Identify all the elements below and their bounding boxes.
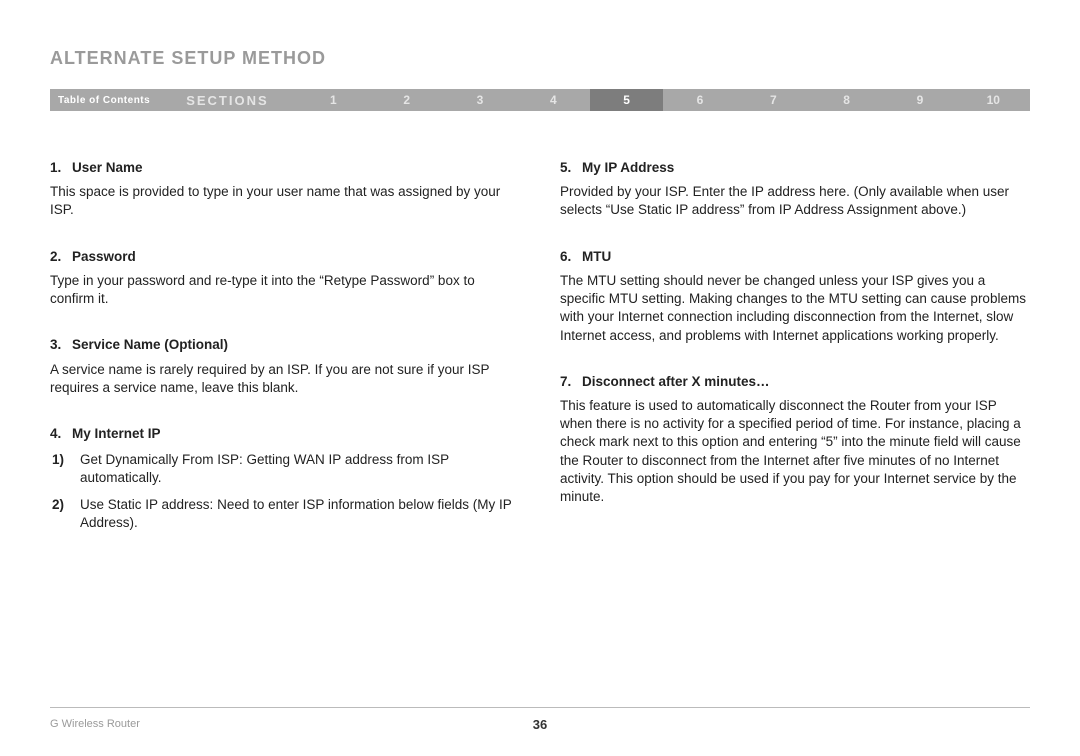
item-heading: 1.User Name: [50, 159, 520, 177]
sub-text: Get Dynamically From ISP: Getting WAN IP…: [80, 451, 520, 487]
page-title: ALTERNATE SETUP METHOD: [50, 48, 1030, 69]
section-link-10[interactable]: 10: [957, 93, 1030, 107]
section-link-2[interactable]: 2: [370, 93, 443, 107]
product-name: G Wireless Router: [50, 718, 140, 730]
item-number: 3.: [50, 336, 72, 354]
section-link-7[interactable]: 7: [737, 93, 810, 107]
item-number: 4.: [50, 425, 72, 443]
item-heading: 3.Service Name (Optional): [50, 336, 520, 354]
item-my-internet-ip: 4.My Internet IP 1) Get Dynamically From…: [50, 425, 520, 532]
item-title: Disconnect after X minutes…: [582, 374, 770, 389]
section-link-9[interactable]: 9: [883, 93, 956, 107]
sub-item: 1) Get Dynamically From ISP: Getting WAN…: [50, 451, 520, 487]
page: ALTERNATE SETUP METHOD Table of Contents…: [0, 0, 1080, 756]
item-number: 1.: [50, 159, 72, 177]
item-number: 2.: [50, 248, 72, 266]
item-password: 2.Password Type in your password and re-…: [50, 248, 520, 309]
section-nav: Table of Contents SECTIONS 1 2 3 4 5 6 7…: [50, 89, 1030, 111]
item-number: 7.: [560, 373, 582, 391]
item-body: A service name is rarely required by an …: [50, 361, 520, 397]
item-disconnect: 7.Disconnect after X minutes… This featu…: [560, 373, 1030, 507]
content: 1.User Name This space is provided to ty…: [50, 159, 1030, 560]
item-title: MTU: [582, 249, 611, 264]
item-heading: 2.Password: [50, 248, 520, 266]
sub-number: 1): [50, 451, 80, 487]
section-link-4[interactable]: 4: [517, 93, 590, 107]
section-link-1[interactable]: 1: [297, 93, 370, 107]
section-link-3[interactable]: 3: [443, 93, 516, 107]
item-body: This space is provided to type in your u…: [50, 183, 520, 219]
item-number: 5.: [560, 159, 582, 177]
left-column: 1.User Name This space is provided to ty…: [50, 159, 520, 560]
sections-label: SECTIONS: [158, 93, 296, 108]
item-body: Type in your password and re-type it int…: [50, 272, 520, 308]
section-link-5[interactable]: 5: [590, 89, 663, 111]
sub-item: 2) Use Static IP address: Need to enter …: [50, 496, 520, 532]
section-link-6[interactable]: 6: [663, 93, 736, 107]
item-heading: 5.My IP Address: [560, 159, 1030, 177]
item-body: This feature is used to automatically di…: [560, 397, 1030, 506]
item-user-name: 1.User Name This space is provided to ty…: [50, 159, 520, 220]
item-title: Service Name (Optional): [72, 337, 228, 352]
right-column: 5.My IP Address Provided by your ISP. En…: [560, 159, 1030, 560]
item-title: User Name: [72, 160, 143, 175]
item-mtu: 6.MTU The MTU setting should never be ch…: [560, 248, 1030, 345]
item-body: The MTU setting should never be changed …: [560, 272, 1030, 345]
sub-number: 2): [50, 496, 80, 532]
footer: G Wireless Router 36: [50, 707, 1030, 730]
item-title: My Internet IP: [72, 426, 161, 441]
item-number: 6.: [560, 248, 582, 266]
item-heading: 6.MTU: [560, 248, 1030, 266]
page-number: 36: [50, 717, 1030, 732]
item-heading: 7.Disconnect after X minutes…: [560, 373, 1030, 391]
section-link-8[interactable]: 8: [810, 93, 883, 107]
item-service-name: 3.Service Name (Optional) A service name…: [50, 336, 520, 397]
item-heading: 4.My Internet IP: [50, 425, 520, 443]
item-body: Provided by your ISP. Enter the IP addre…: [560, 183, 1030, 219]
sub-text: Use Static IP address: Need to enter ISP…: [80, 496, 520, 532]
item-my-ip-address: 5.My IP Address Provided by your ISP. En…: [560, 159, 1030, 220]
item-title: Password: [72, 249, 136, 264]
item-title: My IP Address: [582, 160, 674, 175]
toc-link[interactable]: Table of Contents: [50, 95, 158, 106]
